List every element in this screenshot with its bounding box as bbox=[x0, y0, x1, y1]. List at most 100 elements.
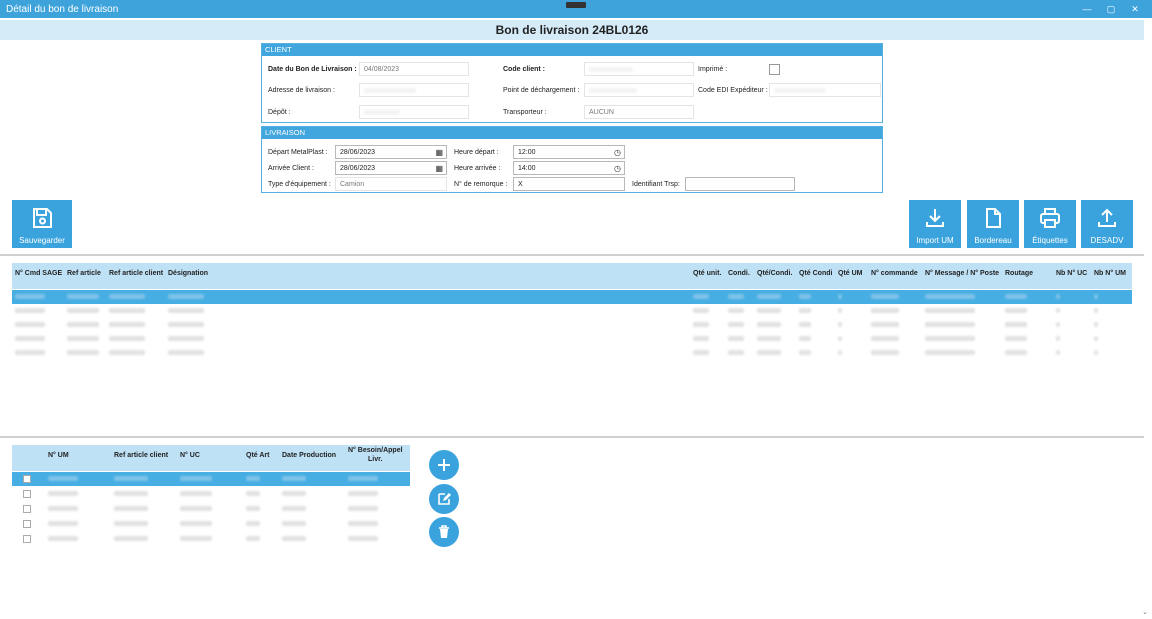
obscured-cell bbox=[757, 294, 781, 299]
bordereau-button[interactable]: Bordereau bbox=[967, 200, 1019, 248]
col-num-commande[interactable]: N° commande bbox=[871, 270, 918, 277]
row-checkbox[interactable] bbox=[23, 490, 31, 498]
obscured-cell bbox=[1005, 350, 1027, 355]
etiquettes-button[interactable]: Étiquettes bbox=[1024, 200, 1076, 248]
code-client-field[interactable] bbox=[584, 62, 694, 76]
edit-um-button[interactable] bbox=[429, 484, 459, 514]
col-qte-condi-ratio[interactable]: Qté/Condi. bbox=[757, 270, 792, 277]
col-routage[interactable]: Routage bbox=[1005, 270, 1033, 277]
save-button[interactable]: Sauvegarder bbox=[12, 200, 72, 248]
obscured-cell bbox=[246, 536, 260, 541]
obscured-cell bbox=[180, 491, 212, 496]
obscured-cell bbox=[1094, 294, 1098, 299]
obscured-cell bbox=[693, 308, 709, 313]
code-edi-field[interactable] bbox=[769, 83, 881, 97]
heure-arrivee-value: 14:00 bbox=[518, 165, 536, 172]
obscured-cell bbox=[246, 521, 260, 526]
obscured-cell bbox=[799, 308, 811, 313]
table-row[interactable] bbox=[12, 304, 1132, 318]
obscured-cell bbox=[799, 294, 811, 299]
minimize-button[interactable]: — bbox=[1078, 2, 1096, 16]
obscured-cell bbox=[48, 506, 78, 511]
delete-um-button[interactable] bbox=[429, 517, 459, 547]
col-cmd-sage[interactable]: N° Cmd SAGE bbox=[15, 270, 62, 277]
table-row[interactable] bbox=[12, 346, 1132, 360]
col-livr[interactable]: Livr. bbox=[368, 456, 382, 463]
table-row[interactable] bbox=[12, 532, 410, 546]
transporteur-field[interactable]: AUCUN bbox=[584, 105, 694, 119]
divider bbox=[0, 436, 1144, 438]
obscured-cell bbox=[799, 336, 811, 341]
depart-date-picker[interactable]: 28/06/2023 ▦ bbox=[335, 145, 447, 159]
col-ref-article[interactable]: Ref article bbox=[67, 270, 101, 277]
type-equipement-field[interactable]: Camion bbox=[335, 177, 447, 191]
col-qte-condi[interactable]: Qté Condi bbox=[799, 270, 832, 277]
col-num-besoin[interactable]: N° Besoin/Appel bbox=[348, 447, 403, 454]
clock-icon[interactable]: ◷ bbox=[614, 148, 621, 157]
row-checkbox[interactable] bbox=[23, 475, 31, 483]
obscured-cell bbox=[48, 491, 78, 496]
col-nb-um[interactable]: Nb N° UM bbox=[1094, 270, 1126, 277]
edit-icon bbox=[438, 493, 451, 505]
divider bbox=[0, 254, 1144, 256]
table-row[interactable] bbox=[12, 487, 410, 501]
col-num-uc[interactable]: N° UC bbox=[180, 452, 200, 459]
desadv-button[interactable]: DESADV bbox=[1081, 200, 1133, 248]
add-um-button[interactable] bbox=[429, 450, 459, 480]
table-row[interactable] bbox=[12, 290, 1132, 304]
row-checkbox[interactable] bbox=[23, 535, 31, 543]
depart-date-value: 28/06/2023 bbox=[340, 149, 376, 156]
obscured-cell bbox=[67, 350, 99, 355]
col-qte-um[interactable]: Qté UM bbox=[838, 270, 863, 277]
arrivee-date-picker[interactable]: 28/06/2023 ▦ bbox=[335, 161, 447, 175]
obscured-cell bbox=[348, 476, 378, 481]
obscured-cell bbox=[693, 322, 709, 327]
col-designation[interactable]: Désignation bbox=[168, 270, 208, 277]
obscured-cell bbox=[282, 476, 306, 481]
remorque-field[interactable]: X bbox=[513, 177, 625, 191]
obscured-cell bbox=[925, 322, 975, 327]
col-nb-uc[interactable]: Nb N° UC bbox=[1056, 270, 1087, 277]
col-num-message[interactable]: N° Message / N° Poste bbox=[925, 270, 999, 277]
adresse-field[interactable] bbox=[359, 83, 469, 97]
heure-arrivee-picker[interactable]: 14:00 ◷ bbox=[513, 161, 625, 175]
row-checkbox[interactable] bbox=[23, 520, 31, 528]
trash-icon bbox=[439, 525, 449, 538]
drag-handle[interactable] bbox=[566, 2, 586, 8]
obscured-cell bbox=[838, 350, 842, 355]
obscured-cell bbox=[168, 322, 204, 327]
resize-grip-icon[interactable]: ⌄ bbox=[1142, 608, 1148, 616]
point-dechargement-field[interactable] bbox=[584, 83, 694, 97]
col-num-um[interactable]: N° UM bbox=[48, 452, 69, 459]
clock-icon[interactable]: ◷ bbox=[614, 164, 621, 173]
obscured-cell bbox=[728, 336, 744, 341]
close-button[interactable]: ✕ bbox=[1126, 2, 1144, 16]
table-row[interactable] bbox=[12, 502, 410, 516]
obscured-cell bbox=[757, 350, 781, 355]
table-row[interactable] bbox=[12, 472, 410, 486]
col-ref-article-client[interactable]: Ref article client bbox=[109, 270, 163, 277]
obscured-cell bbox=[757, 336, 781, 341]
depot-field[interactable] bbox=[359, 105, 469, 119]
col-date-production[interactable]: Date Production bbox=[282, 452, 336, 459]
col-ref-article-client[interactable]: Ref article client bbox=[114, 452, 168, 459]
col-condi[interactable]: Condi. bbox=[728, 270, 750, 277]
col-qte-unit[interactable]: Qté unit. bbox=[693, 270, 721, 277]
restore-button[interactable]: ▢ bbox=[1102, 2, 1120, 16]
obscured-cell bbox=[799, 322, 811, 327]
arrivee-label: Arrivée Client : bbox=[268, 165, 314, 172]
table-row[interactable] bbox=[12, 332, 1132, 346]
heure-depart-picker[interactable]: 12:00 ◷ bbox=[513, 145, 625, 159]
calendar-icon[interactable]: ▦ bbox=[435, 148, 443, 157]
calendar-icon[interactable]: ▦ bbox=[435, 164, 443, 173]
row-checkbox[interactable] bbox=[23, 505, 31, 513]
obscured-cell bbox=[925, 336, 975, 341]
table-row[interactable] bbox=[12, 517, 410, 531]
import-um-button[interactable]: Import UM bbox=[909, 200, 961, 248]
imprime-checkbox[interactable] bbox=[769, 64, 780, 75]
col-qte-art[interactable]: Qté Art bbox=[246, 452, 269, 459]
table-row[interactable] bbox=[12, 318, 1132, 332]
identifiant-trsp-field[interactable] bbox=[685, 177, 795, 191]
date-bl-field[interactable]: 04/08/2023 bbox=[359, 62, 469, 76]
code-edi-label: Code EDI Expéditeur : bbox=[698, 87, 768, 94]
